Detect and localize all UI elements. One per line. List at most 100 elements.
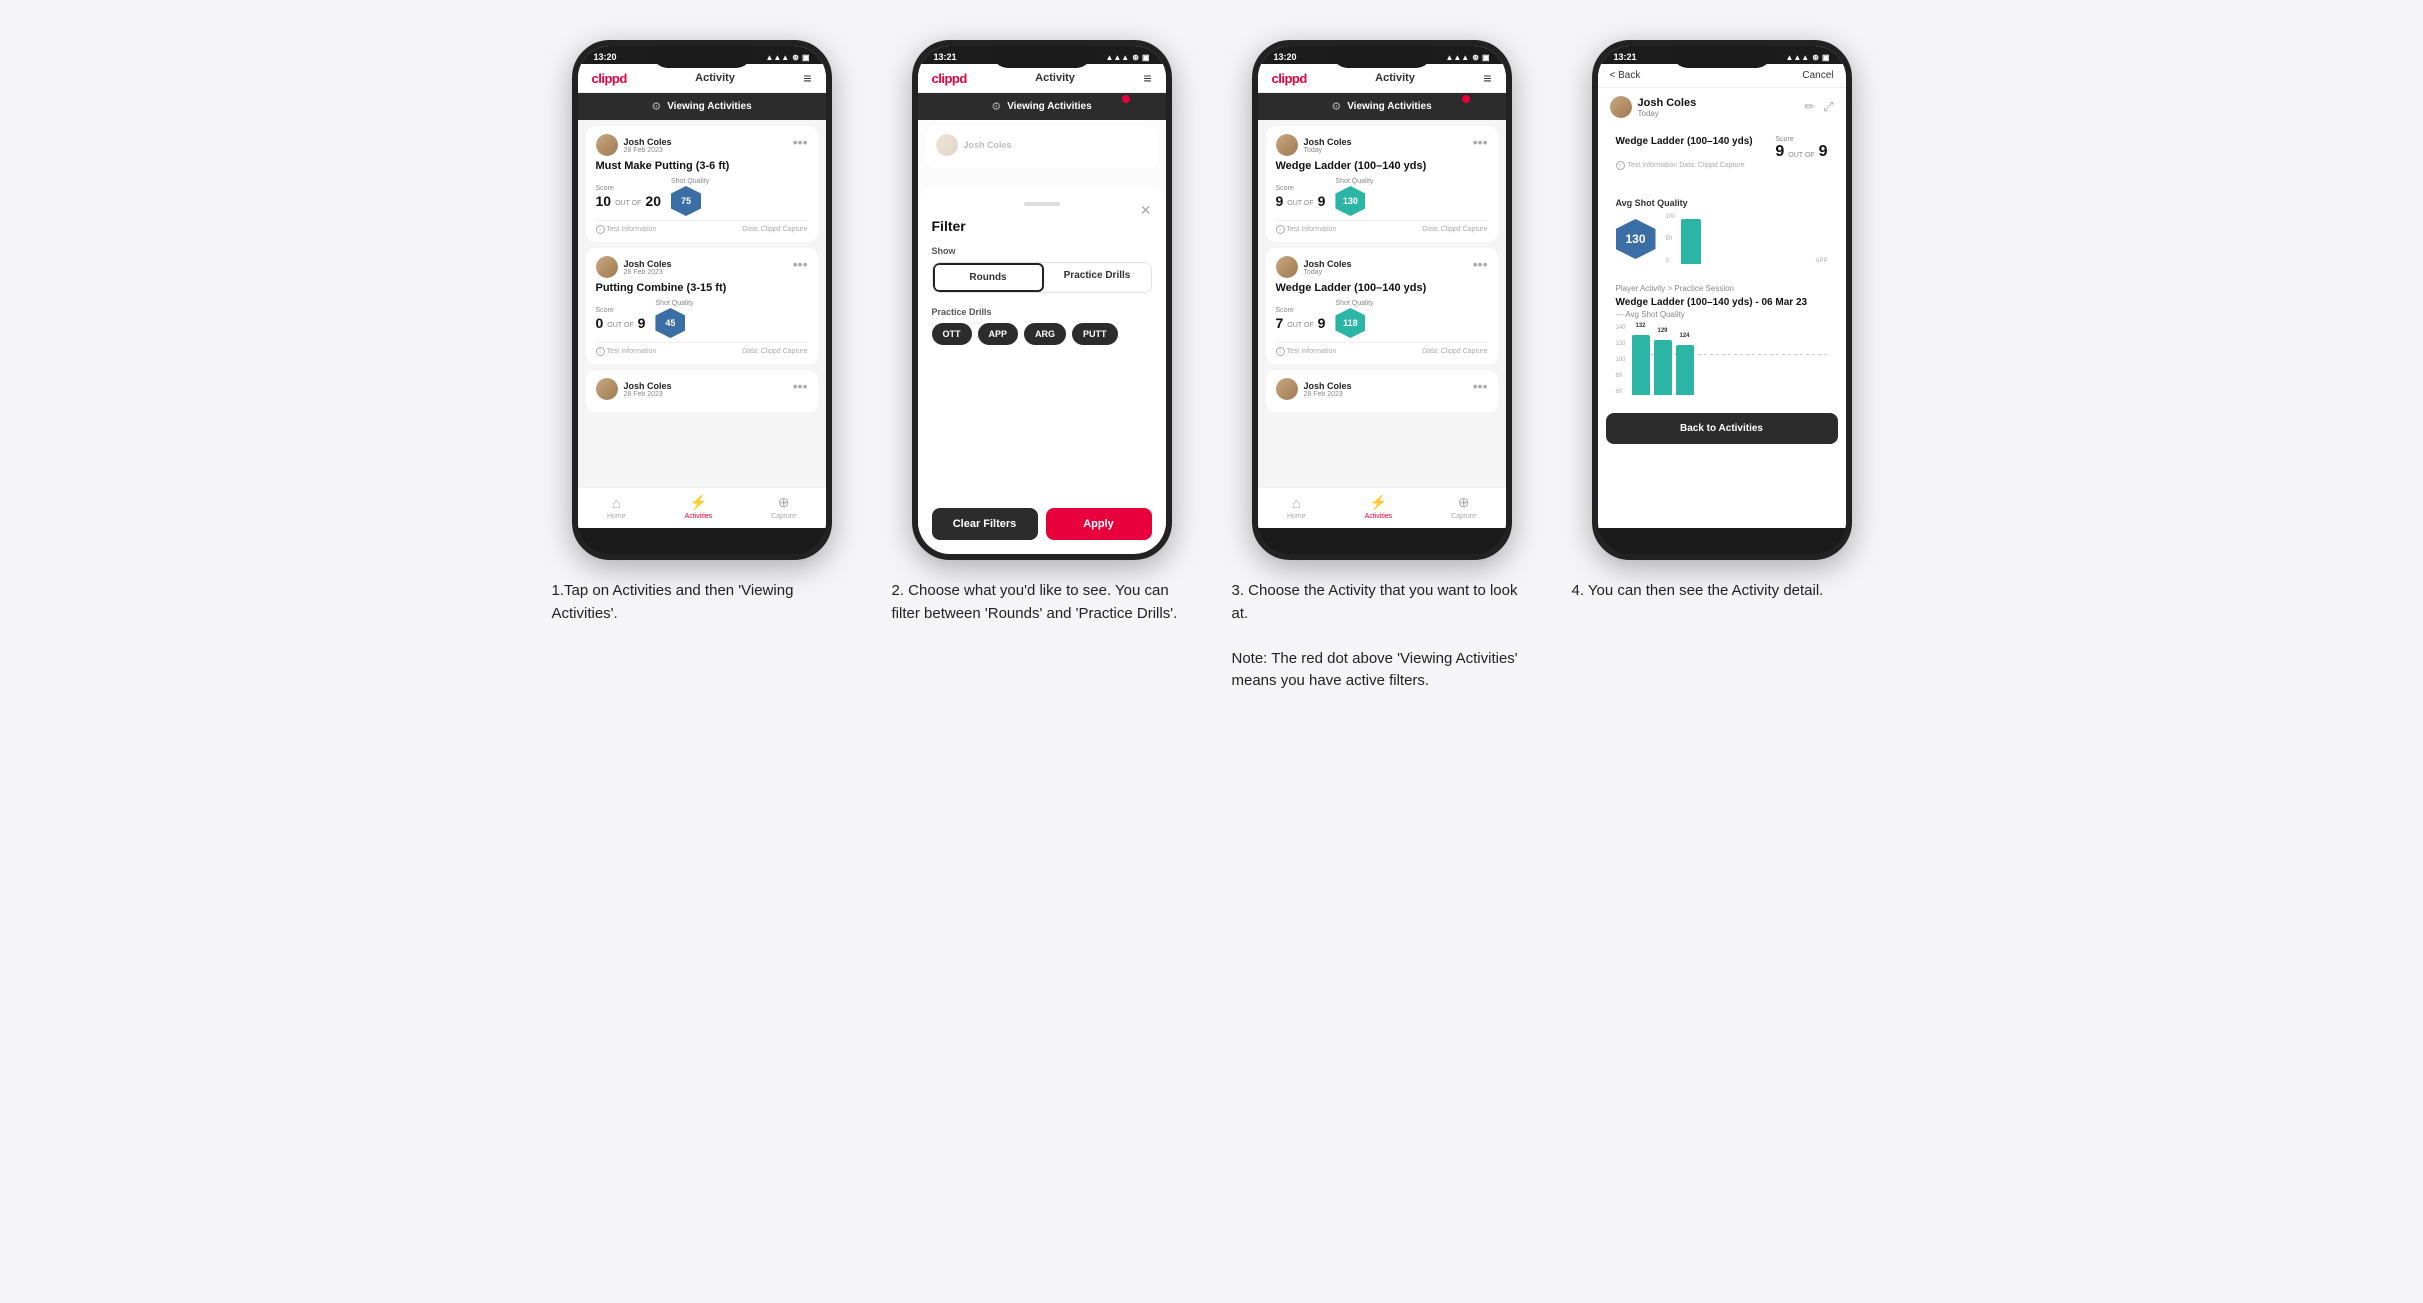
battery-icon-1: ▣ bbox=[802, 53, 810, 62]
step-1-col: 13:20 ▲▲▲ ⊛ ▣ clippd Activity ≡ ⚙ Viewin… bbox=[552, 40, 852, 693]
home-label-3: Home bbox=[1287, 513, 1306, 520]
signal-icon-3: ▲▲▲ bbox=[1445, 53, 1469, 62]
user-info-3-2: Josh Coles Today bbox=[1304, 259, 1488, 276]
edit-icon-4[interactable]: ✏ bbox=[1804, 99, 1815, 115]
pa-subtitle-4: --- Avg Shot Quality bbox=[1616, 310, 1828, 319]
info-icon-3-1: i bbox=[1276, 225, 1285, 234]
back-button-4[interactable]: < Back bbox=[1610, 70, 1641, 81]
nav-activities-3[interactable]: ⚡ Activities bbox=[1365, 494, 1393, 520]
menu-icon-2[interactable]: ≡ bbox=[1143, 70, 1151, 86]
status-icons-2: ▲▲▲ ⊛ ▣ bbox=[1105, 53, 1149, 62]
detail-score-label-4: Score bbox=[1775, 136, 1827, 143]
phone-2: 13:21 ▲▲▲ ⊛ ▣ clippd Activity ≡ ⚙ Viewin… bbox=[912, 40, 1172, 560]
menu-icon-3[interactable]: ≡ bbox=[1483, 70, 1491, 86]
wifi-icon-2: ⊛ bbox=[1132, 53, 1139, 62]
more-icon-1-3[interactable]: ••• bbox=[793, 378, 808, 394]
avatar-3-3 bbox=[1276, 378, 1298, 400]
user-name-3-1: Josh Coles bbox=[1304, 137, 1488, 147]
sq-hex-3-2: 118 bbox=[1335, 308, 1365, 338]
activity-card-1-2[interactable]: ••• Josh Coles 28 Feb 2023 Putting Combi… bbox=[586, 248, 818, 364]
drag-handle[interactable] bbox=[1024, 202, 1060, 206]
avg-sq-row-4: 130 100500 APP bbox=[1616, 214, 1828, 264]
activity-card-3-2[interactable]: ••• Josh Coles Today Wedge Ladder (100–1… bbox=[1266, 248, 1498, 364]
capture-icon-1: ⊕ bbox=[778, 494, 790, 511]
filter-icon-2: ⚙ bbox=[991, 100, 1001, 113]
chip-ott[interactable]: OTT bbox=[932, 323, 972, 345]
detail-score-card-4: Wedge Ladder (100–140 yds) Score 9 OUT O… bbox=[1606, 128, 1838, 184]
phone-1: 13:20 ▲▲▲ ⊛ ▣ clippd Activity ≡ ⚙ Viewin… bbox=[572, 40, 832, 560]
chip-app[interactable]: APP bbox=[978, 323, 1019, 345]
bg-avatar-2-1 bbox=[936, 134, 958, 156]
score-block-1-1: Score 10 OUT OF 20 bbox=[596, 185, 661, 209]
chip-arg[interactable]: ARG bbox=[1024, 323, 1066, 345]
main-chart-wrapper-4: 1401201008060 132 129 124 bbox=[1616, 325, 1828, 395]
bg-header-2-1: Josh Coles bbox=[936, 134, 1148, 156]
chip-putt[interactable]: PUTT bbox=[1072, 323, 1118, 345]
user-name-1-2: Josh Coles bbox=[624, 259, 808, 269]
expand-icon-4[interactable]: ⤢ bbox=[1823, 99, 1833, 115]
footer-right-3-2: Data: Clippd Capture bbox=[1422, 347, 1487, 356]
footer-left-3-1: i Test Information bbox=[1276, 225, 1337, 234]
detail-user-name-4: Josh Coles bbox=[1638, 97, 1697, 109]
card-footer-1-2: i Test Information Data: Clippd Capture bbox=[596, 342, 808, 356]
pa-title-4: Wedge Ladder (100–140 yds) - 06 Mar 23 bbox=[1616, 297, 1828, 308]
user-date-3-1: Today bbox=[1304, 147, 1488, 154]
filter-banner-3[interactable]: ⚙ Viewing Activities bbox=[1258, 93, 1506, 120]
outof-3-1: OUT OF bbox=[1287, 200, 1313, 209]
activity-card-3-1[interactable]: ••• Josh Coles Today Wedge Ladder (100–1… bbox=[1266, 126, 1498, 242]
nav-capture-1[interactable]: ⊕ Capture bbox=[771, 494, 796, 520]
signal-icon-2: ▲▲▲ bbox=[1105, 53, 1129, 62]
nav-capture-3[interactable]: ⊕ Capture bbox=[1451, 494, 1476, 520]
card-header-3-1: Josh Coles Today bbox=[1276, 134, 1488, 156]
sq-label-1-2: Shot Quality bbox=[655, 300, 693, 307]
phone-notch-4 bbox=[1672, 46, 1772, 68]
menu-icon-1[interactable]: ≡ bbox=[803, 70, 811, 86]
app-nav-3: clippd Activity ≡ bbox=[1258, 64, 1506, 93]
sq-label-3-2: Shot Quality bbox=[1335, 300, 1373, 307]
apply-button[interactable]: Apply bbox=[1046, 508, 1152, 528]
filter-icon-3: ⚙ bbox=[1331, 100, 1341, 113]
detail-outof-4: OUT OF bbox=[1788, 152, 1814, 161]
avg-sq-title-4: Avg Shot Quality bbox=[1616, 198, 1828, 208]
info-icon-detail-4: i bbox=[1616, 161, 1625, 170]
app-nav-title-1: Activity bbox=[695, 72, 735, 84]
outof-1-2: OUT OF bbox=[607, 322, 633, 331]
toggle-practice-drills[interactable]: Practice Drills bbox=[1044, 263, 1151, 292]
card-header-3-2: Josh Coles Today bbox=[1276, 256, 1488, 278]
more-icon-1-2[interactable]: ••• bbox=[793, 256, 808, 272]
user-date-1-2: 28 Feb 2023 bbox=[624, 269, 808, 276]
battery-icon-3: ▣ bbox=[1482, 53, 1490, 62]
activities-icon-3: ⚡ bbox=[1370, 494, 1387, 511]
filter-banner-2[interactable]: ⚙ Viewing Activities bbox=[918, 93, 1166, 120]
nav-home-1[interactable]: ⌂ Home bbox=[607, 495, 626, 520]
user-info-3-3: Josh Coles 28 Feb 2023 bbox=[1304, 381, 1488, 398]
home-label-1: Home bbox=[607, 513, 626, 520]
user-date-3-3: 28 Feb 2023 bbox=[1304, 391, 1488, 398]
nav-activities-1[interactable]: ⚡ Activities bbox=[685, 494, 713, 520]
activity-card-3-3[interactable]: ••• Josh Coles 28 Feb 2023 bbox=[1266, 370, 1498, 412]
step-1-description: 1.Tap on Activities and then 'Viewing Ac… bbox=[552, 580, 852, 625]
filter-banner-1[interactable]: ⚙ Viewing Activities bbox=[578, 93, 826, 120]
activities-icon-1: ⚡ bbox=[690, 494, 707, 511]
avg-sq-chart-4: 100500 APP bbox=[1666, 214, 1828, 264]
bg-user-2-1: Josh Coles bbox=[964, 140, 1148, 150]
back-to-activities-button-4[interactable]: Back to Activities bbox=[1606, 413, 1838, 444]
cancel-button-4[interactable]: Cancel bbox=[1802, 70, 1833, 81]
avatar-3-1 bbox=[1276, 134, 1298, 156]
more-icon-3-3[interactable]: ••• bbox=[1473, 378, 1488, 394]
toggle-rounds[interactable]: Rounds bbox=[933, 263, 1044, 292]
more-icon-3-2[interactable]: ••• bbox=[1473, 256, 1488, 272]
score-val-1-1: 10 bbox=[596, 193, 612, 209]
activity-card-1-3[interactable]: ••• Josh Coles 28 Feb 2023 bbox=[586, 370, 818, 412]
status-icons-3: ▲▲▲ ⊛ ▣ bbox=[1445, 53, 1489, 62]
activity-card-1-1[interactable]: ••• Josh Coles 28 Feb 2023 Must Make Put… bbox=[586, 126, 818, 242]
detail-info-row-4: i Test Information Data: Clippd Capture bbox=[1616, 161, 1828, 170]
modal-close-icon[interactable]: ✕ bbox=[1140, 202, 1152, 219]
more-icon-3-1[interactable]: ••• bbox=[1473, 134, 1488, 150]
score-block-3-2: Score 7 OUT OF 9 bbox=[1276, 307, 1326, 331]
card-stats-3-2: Score 7 OUT OF 9 Shot Quality 118 bbox=[1276, 300, 1488, 338]
phone-1-content: 13:20 ▲▲▲ ⊛ ▣ clippd Activity ≡ ⚙ Viewin… bbox=[578, 46, 826, 528]
more-icon-1-1[interactable]: ••• bbox=[793, 134, 808, 150]
nav-home-3[interactable]: ⌂ Home bbox=[1287, 495, 1306, 520]
clear-filters-button[interactable]: Clear Filters bbox=[932, 508, 1038, 528]
